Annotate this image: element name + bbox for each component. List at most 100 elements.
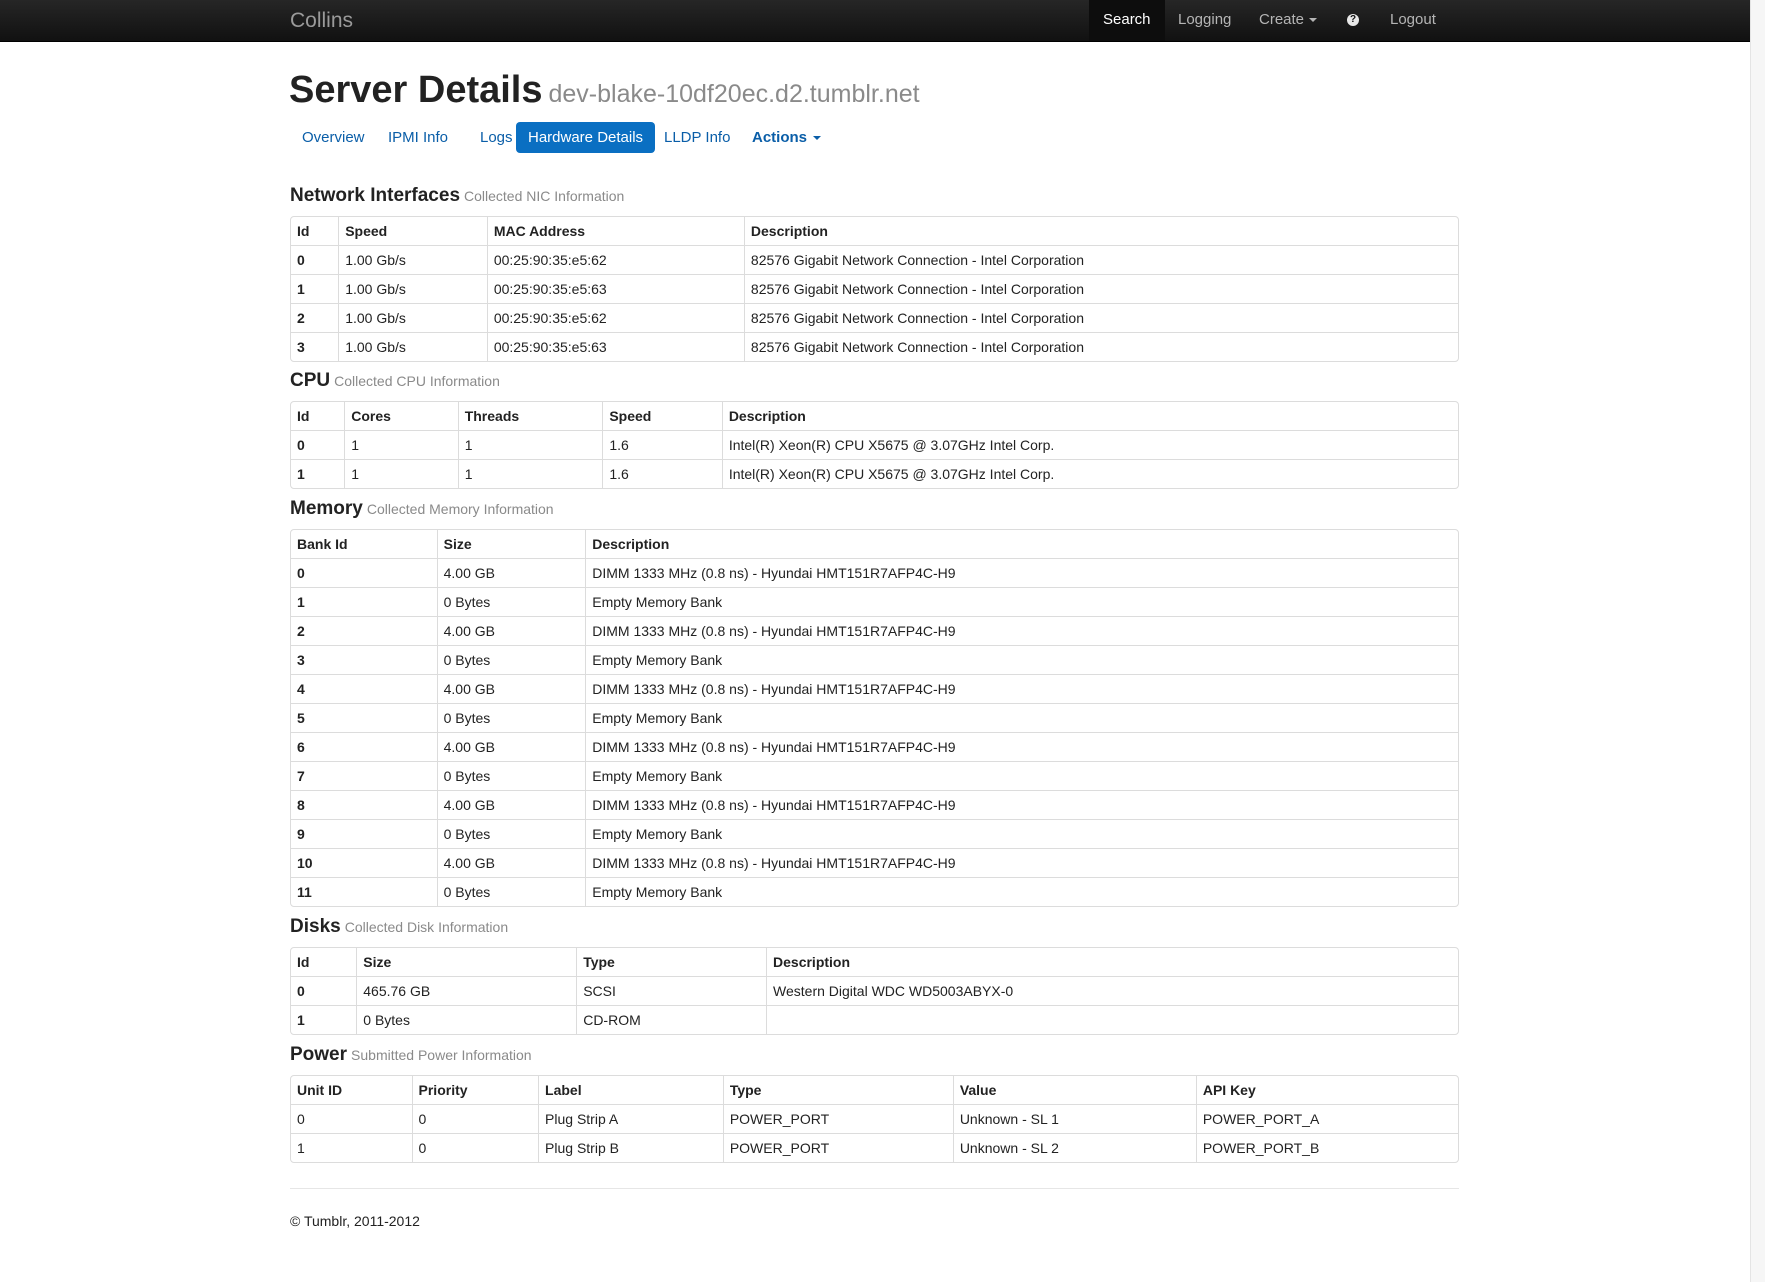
column-header: Threads [457,402,603,430]
table-cell: Empty Memory Bank [585,761,1458,790]
table-cell: 4.00 GB [436,732,586,761]
table-row: 0 1.00 Gb/s 00:25:90:35:e5:62 82576 Gigabit… [291,245,1458,274]
table-cell: 2 [291,303,339,332]
page-title: Server Details dev-blake-10df20ec.d2.tumb… [289,69,920,112]
column-header: Description [585,530,1458,558]
section-cpu-title: CPU [290,370,331,391]
table-cell: 1 [291,587,437,616]
table-cell: 1 [457,430,603,459]
server-hostname: dev-blake-10df20ec.d2.tumblr.net [548,80,920,108]
table-cell: CD-ROM [576,1005,767,1034]
table-row: 10 Bytes Empty Memory Bank [291,587,1458,616]
nav-logout[interactable]: Logout [1390,0,1436,41]
column-header: Label [538,1076,723,1104]
table-row: 1 0 Plug Strip B POWER_PORT Unknown - SL 2 PO… [291,1133,1458,1162]
section-power-subtitle: Submitted Power Information [351,1047,532,1063]
table-row: 10 Bytes CD-ROM [291,1005,1458,1034]
disks-table: Id Size Type Description 0 465.76 GB SCSI Weste… [290,947,1459,1035]
table-cell: 1.00 Gb/s [338,332,487,361]
table-cell: Unknown - SL 2 [952,1133,1196,1162]
table-row: 11 0 Bytes Empty Memory Bank [291,877,1458,906]
table-cell: 00:25:90:35:e5:62 [486,303,744,332]
tab-overview[interactable]: Overview [290,122,377,153]
network-interfaces-table: Id Speed MAC Address Description 0 1.00 Gb/s 0… [290,216,1459,362]
table-cell: 1 [291,1133,412,1162]
nav-help[interactable]: ? [1347,0,1359,41]
column-header: Id [297,223,310,239]
table-cell: 7 [291,761,437,790]
table-cell: 0 Bytes [436,761,586,790]
table-cell: 1 [291,1005,357,1034]
table-row: 0 465.76 GB SCSI Western Digital WDC WD5003… [291,976,1458,1005]
table-cell: Intel(R) Xeon(R) CPU X5675 @ 3.07GHz Int… [721,430,1458,459]
footer-copyright: © Tumblr, 2011-2012 [290,1213,420,1229]
table-cell: DIMM 1333 MHz (0.8 ns) - Hyundai HMT151R… [585,674,1458,703]
section-disks-title: Disks [290,916,341,937]
table-cell: Western Digital WDC WD5003ABYX-0 [766,976,1458,1005]
table-cell: Plug Strip A [538,1104,723,1133]
table-cell: DIMM 1333 MHz (0.8 ns) - Hyundai HMT151R… [585,616,1458,645]
table-cell: 82576 Gigabit Network Connection - Intel… [743,303,1458,332]
table-cell: 0 Bytes [436,819,586,848]
nav-search[interactable]: Search [1089,0,1165,41]
table-row: 1 1 1 1.6 Intel(R) Xeon(R) CPU X5675 @ 3.07G… [291,459,1458,488]
table-cell [766,1005,1458,1034]
nav-logging[interactable]: Logging [1178,0,1231,41]
brand-logo[interactable]: Collins [290,9,353,33]
tab-actions[interactable]: Actions [740,122,833,153]
section-network-title: Network Interfaces [290,185,461,206]
table-cell: 0 Bytes [436,645,586,674]
table-cell: 8 [291,790,437,819]
section-network-subtitle: Collected NIC Information [464,188,625,204]
column-header: Size [356,948,576,976]
table-cell: 10 [291,848,437,877]
column-header: Bank Id [297,536,348,552]
table-row: 2 1.00 Gb/s 00:25:90:35:e5:62 82576 Gigabit… [291,303,1458,332]
section-disks-subtitle: Collected Disk Information [344,919,509,935]
table-cell: 1 [457,459,603,488]
section-memory-heading: Memory Collected Memory Information [290,498,554,520]
tab-ipmi-info[interactable]: IPMI Info [376,122,460,153]
table-cell: 11 [291,877,437,906]
table-cell: 4.00 GB [436,558,586,587]
help-icon: ? [1347,14,1359,27]
table-cell: 1.00 Gb/s [338,274,487,303]
column-header: Description [743,217,1458,245]
column-header: Cores [344,402,457,430]
table-cell: Plug Strip B [538,1133,723,1162]
table-cell: 0 [291,1104,412,1133]
tab-lldp-info[interactable]: LLDP Info [652,122,742,153]
table-row: 8 4.00 GB DIMM 1333 MHz (0.8 ns) - Hyundai… [291,790,1458,819]
table-row: 1 1.00 Gb/s 00:25:90:35:e5:63 82576 Gigabit… [291,274,1458,303]
top-navbar: Collins Search Logging Create ? Logout [0,0,1750,42]
table-cell: 82576 Gigabit Network Connection - Intel… [743,274,1458,303]
table-row: 6 4.00 GB DIMM 1333 MHz (0.8 ns) - Hyundai… [291,732,1458,761]
table-cell: 4.00 GB [436,848,586,877]
table-row: 2 4.00 GB DIMM 1333 MHz (0.8 ns) - Hyundai… [291,616,1458,645]
power-table: Unit ID Priority Label Type Value API Key 0 0 Pl… [290,1075,1459,1163]
table-cell: 0 Bytes [436,877,586,906]
table-cell: Empty Memory Bank [585,645,1458,674]
column-header: Id [297,954,310,970]
column-header: Size [436,530,586,558]
table-cell: POWER_PORT_B [1195,1133,1458,1162]
section-cpu-heading: CPU Collected CPU Information [290,370,500,392]
scrollbar[interactable] [1750,0,1765,1282]
table-cell: DIMM 1333 MHz (0.8 ns) - Hyundai HMT151R… [585,848,1458,877]
table-cell: 0 Bytes [436,587,586,616]
tab-hardware-details[interactable]: Hardware Details [516,122,656,153]
table-row: 10 4.00 GB DIMM 1333 MHz (0.8 ns) - Hyunda… [291,848,1458,877]
table-header-row: Bank Id Size Description [291,530,1458,558]
table-row: 4 4.00 GB DIMM 1333 MHz (0.8 ns) - Hyundai… [291,674,1458,703]
table-cell: 0 [291,558,437,587]
nav-create[interactable]: Create [1259,0,1318,41]
table-cell: 82576 Gigabit Network Connection - Intel… [743,245,1458,274]
table-cell: Empty Memory Bank [585,703,1458,732]
section-power-title: Power [290,1044,348,1065]
table-cell: 1.00 Gb/s [338,245,487,274]
chevron-down-icon [813,136,822,141]
table-cell: Empty Memory Bank [585,877,1458,906]
table-cell: 0 [411,1104,539,1133]
section-memory-subtitle: Collected Memory Information [366,501,554,517]
table-cell: 6 [291,732,437,761]
